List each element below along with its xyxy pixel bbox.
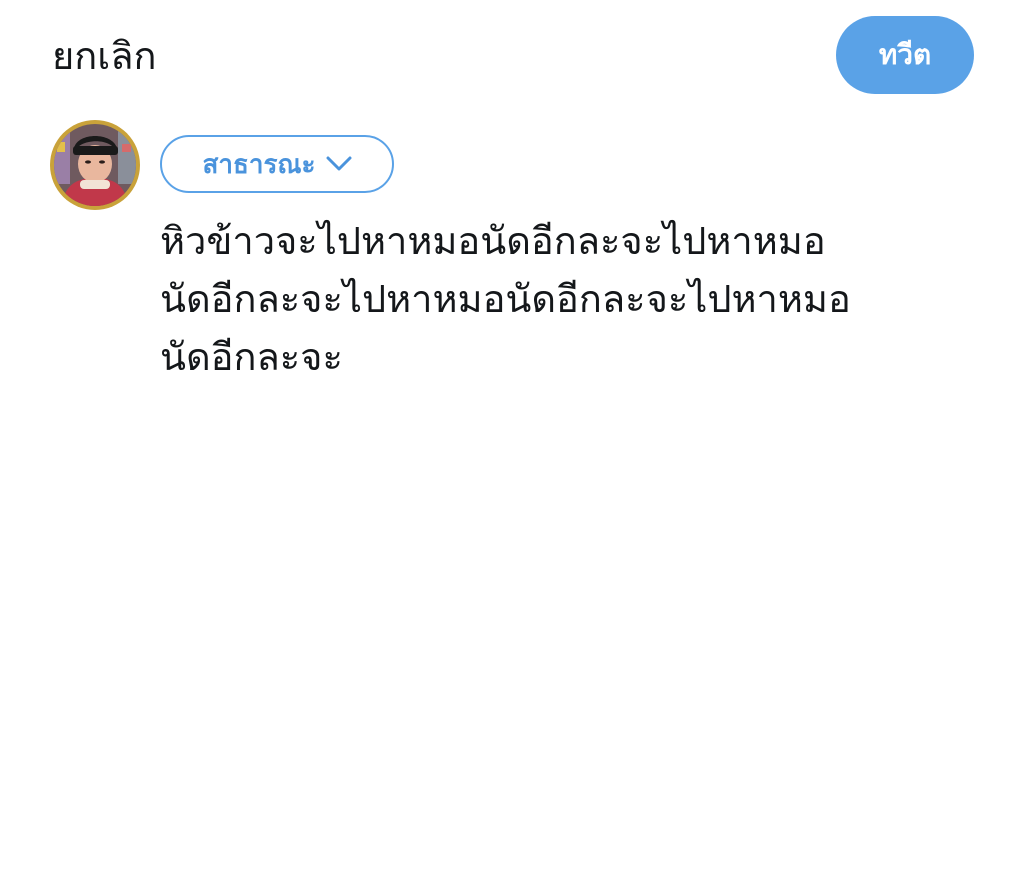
avatar[interactable] [50, 120, 140, 210]
tweet-text-line: หิวข้าวจะไปหาหมอนัดอีกละจะไปหาหมอ [160, 219, 826, 263]
tweet-button[interactable]: ทวีต [836, 16, 974, 94]
tweet-text-line: นัดอีกละจะไปหาหมอนัดอีกละจะไปหาหมอ [160, 277, 851, 321]
tweet-text-line: นัดอีกละจะ [160, 335, 343, 379]
avatar-photo [54, 124, 136, 206]
audience-label: สาธารณะ [202, 149, 316, 180]
tweet-text-area[interactable]: หิวข้าวจะไปหาหมอนัดอีกละจะไปหาหมอ นัดอีก… [160, 212, 980, 386]
compose-tweet-screen: ยกเลิก ทวีต สาธารณะ หิวข้าวจะไปหาหมอนัดอ… [0, 0, 1024, 884]
top-bar: ยกเลิก ทวีต [0, 0, 1024, 108]
cancel-button[interactable]: ยกเลิก [52, 30, 157, 82]
audience-selector[interactable]: สาธารณะ [160, 135, 394, 193]
chevron-down-icon [326, 156, 351, 171]
